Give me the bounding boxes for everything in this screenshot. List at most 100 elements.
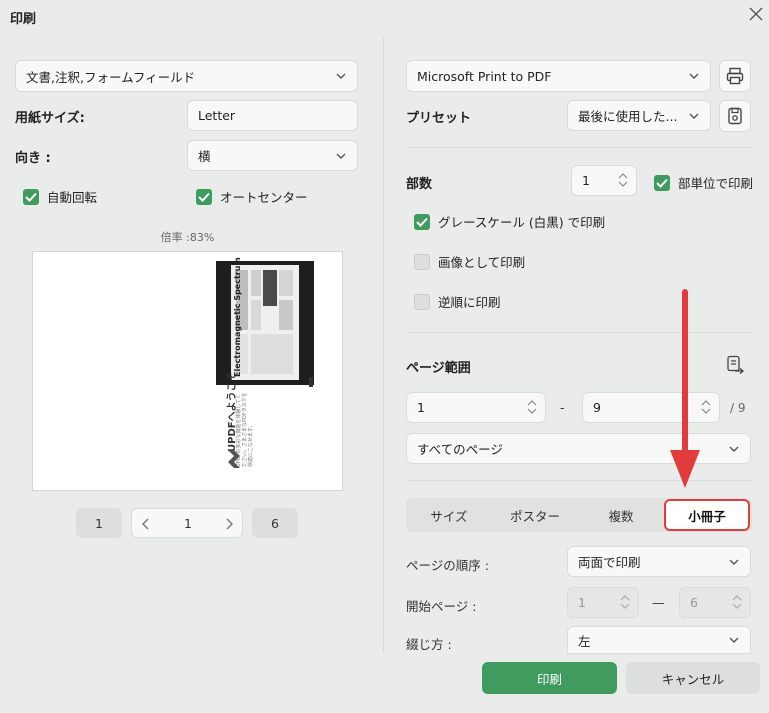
printer-properties-button[interactable]	[719, 60, 751, 92]
layout-tabs: サイズ ポスター 複数 小冊子	[406, 498, 752, 532]
chevron-down-icon	[335, 72, 347, 80]
chevron-down-icon[interactable]	[618, 181, 628, 187]
checkbox-checked-icon	[414, 213, 430, 230]
save-icon	[728, 107, 742, 125]
dialog-title: 印刷	[10, 12, 37, 27]
auto-rotate-label: 自動回転	[47, 190, 98, 205]
chevron-up-icon[interactable]	[620, 595, 630, 601]
tab-poster[interactable]: ポスター	[492, 498, 578, 532]
grayscale-checkbox[interactable]: グレースケール (白黒) で印刷	[414, 212, 605, 231]
chevron-up-icon[interactable]	[527, 400, 537, 406]
start-page-to-stepper[interactable]	[732, 595, 742, 609]
chevron-down-icon[interactable]	[620, 603, 630, 609]
chevron-up-icon[interactable]	[618, 173, 628, 179]
orientation-select[interactable]: 横	[187, 140, 358, 171]
chevron-down-icon	[688, 72, 700, 80]
auto-center-checkbox[interactable]: オートセンター	[196, 187, 308, 206]
collate-checkbox[interactable]: 部単位で印刷	[654, 173, 753, 192]
preview-page-heading: Electromagnetic Spectrum	[233, 257, 242, 377]
page-order-select[interactable]: 両面で印刷	[567, 546, 751, 577]
last-page-button[interactable]: 6	[252, 508, 298, 538]
page-range-label: ページ範囲	[406, 361, 471, 376]
tab-multiple-label: 複数	[608, 508, 634, 524]
page-range-to-value: 9	[593, 400, 601, 415]
chevron-down-icon	[335, 152, 347, 160]
last-page-label: 6	[271, 515, 279, 531]
checkbox-checked-icon	[196, 188, 212, 205]
paper-size-label: 用紙サイズ:	[15, 111, 85, 126]
paper-size-select[interactable]: Letter	[187, 100, 358, 131]
copies-stepper[interactable]	[618, 173, 628, 187]
orientation-value: 横	[198, 149, 211, 164]
copies-value: 1	[582, 173, 590, 188]
printer-select[interactable]: Microsoft Print to PDF	[406, 60, 711, 92]
chevron-down-icon	[688, 112, 700, 120]
print-as-image-label: 画像として印刷	[438, 255, 526, 270]
checkbox-unchecked-icon	[414, 253, 430, 270]
page-range-from-input[interactable]: 1	[406, 392, 546, 423]
annotation-arrow-icon	[670, 289, 700, 488]
tab-multiple[interactable]: 複数	[578, 498, 664, 532]
binding-select[interactable]: 左	[567, 626, 751, 654]
page-range-from-value: 1	[417, 400, 425, 415]
scale-text: 倍率 :83%	[160, 231, 215, 244]
page-total: / 9	[730, 401, 746, 415]
start-page-separator: —	[652, 595, 665, 610]
binding-label: 綴じ方 :	[406, 637, 452, 652]
close-icon[interactable]	[746, 4, 766, 24]
tab-poster-label: ポスター	[509, 508, 560, 524]
tab-size-label: サイズ	[430, 508, 468, 524]
preview-page-thumbnail	[216, 261, 314, 387]
tab-booklet-label: 小冊子	[688, 508, 726, 524]
cancel-button[interactable]: キャンセル	[626, 662, 760, 694]
paper-size-value: Letter	[198, 108, 236, 123]
page-order-label: ページの順序 :	[406, 558, 489, 573]
tab-size[interactable]: サイズ	[406, 498, 492, 532]
page-subset-value: すべてのページ	[417, 442, 503, 457]
auto-rotate-checkbox[interactable]: 自動回転	[23, 187, 97, 206]
reverse-order-checkbox[interactable]: 逆順に印刷	[414, 292, 501, 311]
chevron-down-icon	[728, 445, 740, 453]
checkbox-checked-icon	[654, 174, 670, 191]
content-select[interactable]: 文書,注釈,フォームフィールド	[15, 60, 358, 92]
page-range-from-stepper[interactable]	[527, 400, 537, 414]
swap-range-icon[interactable]	[724, 354, 746, 376]
save-preset-button[interactable]	[719, 100, 751, 132]
print-button[interactable]: 印刷	[482, 662, 617, 694]
printer-select-value: Microsoft Print to PDF	[417, 68, 552, 84]
start-page-from-value: 1	[578, 595, 586, 610]
start-page-from-input[interactable]: 1	[567, 587, 639, 618]
binding-value: 左	[578, 633, 591, 649]
content-select-value: 文書,注釈,フォームフィールド	[26, 69, 196, 85]
chevron-down-icon	[728, 636, 740, 644]
grayscale-label: グレースケール (白黒) で印刷	[438, 215, 606, 230]
print-preview: Electromagnetic Spectrum UPDFへようこそ UPDFの…	[32, 251, 343, 491]
preset-label: プリセット	[406, 111, 472, 126]
page-order-value: 両面で印刷	[578, 555, 641, 570]
collate-label: 部単位で印刷	[678, 176, 754, 191]
preset-select[interactable]: 最後に使用した...	[567, 100, 711, 131]
page-range-separator: -	[560, 400, 565, 415]
copies-label: 部数	[406, 177, 433, 192]
printer-icon	[726, 67, 744, 85]
chevron-right-icon[interactable]	[225, 518, 233, 534]
start-page-label: 開始ページ :	[406, 599, 477, 614]
auto-center-label: オートセンター	[220, 190, 308, 205]
section-divider	[406, 147, 751, 148]
checkbox-unchecked-icon	[414, 293, 430, 310]
first-page-label: 1	[95, 515, 103, 531]
print-as-image-checkbox[interactable]: 画像として印刷	[414, 252, 525, 271]
tab-booklet[interactable]: 小冊子	[664, 499, 750, 531]
chevron-down-icon[interactable]	[527, 408, 537, 414]
chevron-up-icon[interactable]	[732, 595, 742, 601]
first-page-button[interactable]: 1	[76, 508, 122, 538]
start-page-from-stepper[interactable]	[620, 595, 630, 609]
orientation-label: 向き :	[15, 151, 51, 166]
chevron-down-icon[interactable]	[732, 603, 742, 609]
panel-divider	[383, 38, 384, 653]
start-page-to-input[interactable]: 6	[679, 587, 751, 618]
chevron-down-icon	[728, 558, 740, 566]
reverse-order-label: 逆順に印刷	[438, 295, 501, 310]
copies-input[interactable]: 1	[571, 165, 637, 196]
updf-logo-icon	[226, 448, 242, 470]
